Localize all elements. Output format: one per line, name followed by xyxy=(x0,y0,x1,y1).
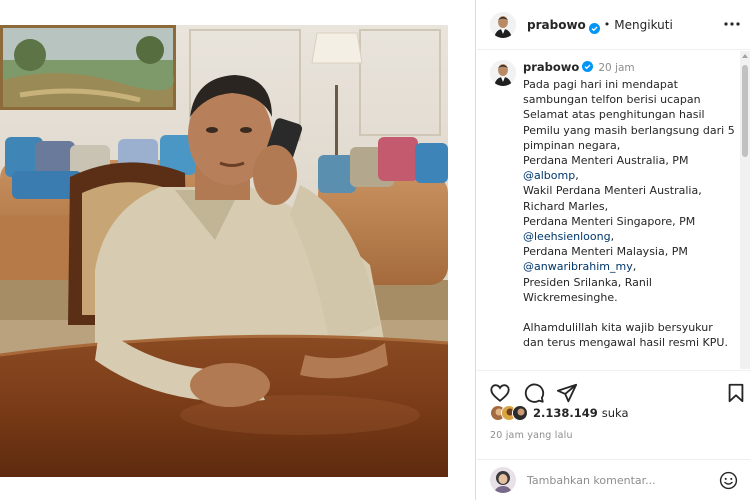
caption-line: Wakil Perdana Menteri Australia, Richard… xyxy=(523,184,702,213)
username[interactable]: prabowo xyxy=(527,18,586,32)
separator-dot: • xyxy=(603,18,611,31)
caption-line: Pada pagi hari ini mendapat sambungan te… xyxy=(523,78,735,152)
emoji-icon[interactable] xyxy=(719,471,738,490)
mention-link[interactable]: @albomp xyxy=(523,169,575,182)
likes-row[interactable]: 2.138.149 suka xyxy=(490,405,629,421)
likes-number: 2.138.149 xyxy=(533,406,598,420)
likes-count[interactable]: 2.138.149 suka xyxy=(533,406,629,420)
verified-icon xyxy=(588,19,600,34)
mention-link[interactable]: @anwaribrahim_my xyxy=(523,260,633,273)
caption-line: Perdana Menteri Australia, PM xyxy=(523,154,689,168)
comment-input[interactable] xyxy=(527,473,717,487)
scroll-thumb[interactable] xyxy=(742,65,748,157)
caption-username[interactable]: prabowo xyxy=(523,60,579,74)
comment-bar xyxy=(477,459,750,500)
caption-header: prabowo 20 jam xyxy=(523,60,635,74)
heart-icon[interactable] xyxy=(489,382,511,404)
comment-icon[interactable] xyxy=(523,382,545,404)
post-photo[interactable] xyxy=(0,25,448,477)
post-panel: prabowo • Mengikuti prabowo 20 jam Pada p… xyxy=(477,0,750,500)
bookmark-icon[interactable] xyxy=(725,382,747,404)
caption-line: Perdana Menteri Singapore, PM xyxy=(523,214,696,228)
caption-text: Pada pagi hari ini mendapat sambungan te… xyxy=(523,78,735,350)
avatar xyxy=(490,467,516,493)
likes-label: suka xyxy=(601,406,629,420)
following-button[interactable]: Mengikuti xyxy=(614,18,673,32)
scroll-up-arrow-icon[interactable] xyxy=(742,54,748,58)
post-header: prabowo • Mengikuti xyxy=(477,0,750,50)
caption-line: Perdana Menteri Malaysia, PM xyxy=(523,245,688,259)
photo-pane xyxy=(0,0,476,500)
caption-line: Alhamdulillah kita wajib bersyukur dan t… xyxy=(523,321,728,350)
post-timestamp[interactable]: 20 jam yang lalu xyxy=(490,430,573,441)
avatar[interactable] xyxy=(490,11,516,38)
liker-avatar xyxy=(512,405,528,421)
more-icon[interactable] xyxy=(722,14,742,34)
mention-link[interactable]: @leehsienloong xyxy=(523,230,611,243)
caption-line: Presiden Srilanka, Ranil Wickremesinghe. xyxy=(523,275,652,304)
caption-time[interactable]: 20 jam xyxy=(598,62,634,74)
caption-area[interactable]: prabowo 20 jam Pada pagi hari ini mendapa… xyxy=(477,51,740,369)
caption-scrollbar[interactable] xyxy=(740,51,750,369)
avatar[interactable] xyxy=(490,60,516,86)
verified-icon xyxy=(582,61,594,72)
share-icon[interactable] xyxy=(556,382,578,404)
